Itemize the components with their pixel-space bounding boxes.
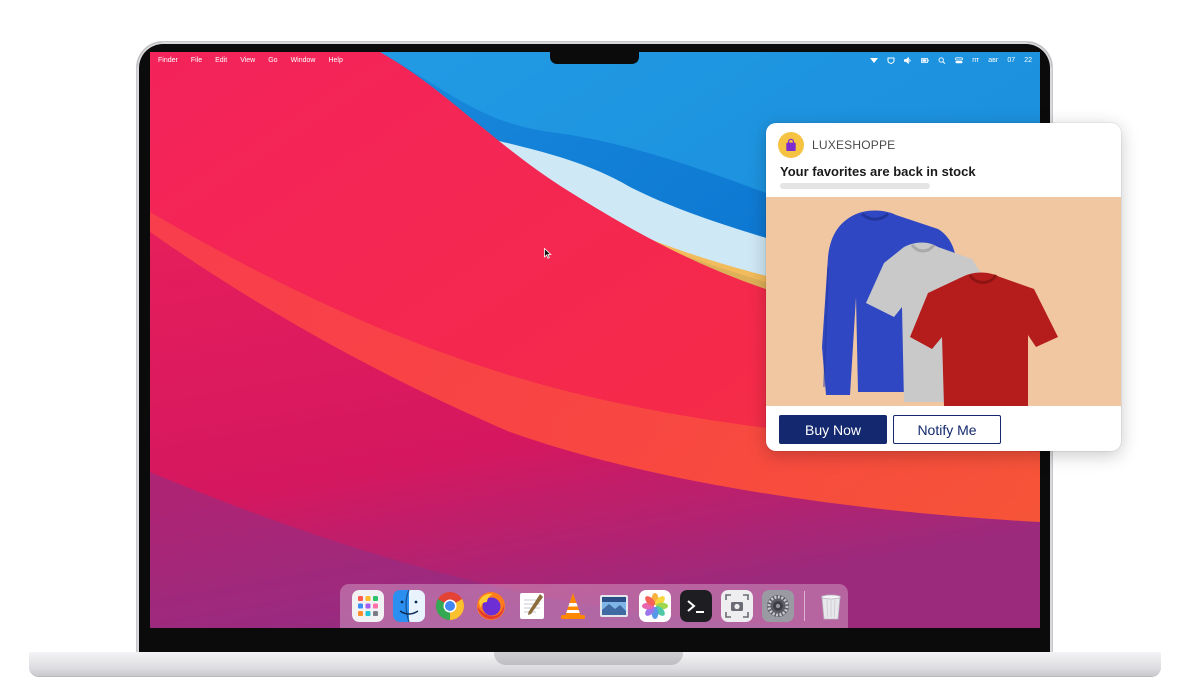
dock-separator [804,591,805,621]
wifi-icon[interactable] [870,57,879,64]
notify-me-button[interactable]: Notify Me [893,415,1001,444]
photo-preview-icon [600,595,628,617]
brand-logo [778,132,804,158]
clock-time[interactable]: 22 [1024,57,1032,64]
dock-app-launchpad[interactable] [352,590,384,622]
chrome-icon [436,592,464,620]
terminal-icon [680,590,712,622]
camera-icon [721,590,753,622]
tshirts-illustration [822,210,1058,406]
notification-header: LUXESHOPPE [778,132,895,158]
clock-month[interactable]: авг [988,57,998,64]
dock-app-trash[interactable] [815,590,847,622]
dock [340,584,848,628]
dock-app-finder[interactable] [393,590,425,622]
product-image[interactable] [766,197,1121,406]
volume-icon[interactable] [904,57,912,64]
dock-app-system-preferences[interactable] [762,590,794,622]
dock-app-textedit[interactable] [516,590,548,622]
finder-icon [393,590,425,622]
menu-help[interactable]: Help [328,57,342,64]
mouse-cursor-icon [544,248,552,259]
grid-icon [352,590,384,622]
shopping-bag-icon [786,138,796,151]
menu-bar-right: пт авг 07 22 [870,57,1032,64]
dock-app-terminal[interactable] [680,590,712,622]
dock-app-screenshot[interactable] [721,590,753,622]
camera-notch [550,52,639,64]
notification-body-placeholder [780,183,930,189]
gear-icon [762,590,794,622]
dock-app-photos[interactable] [639,590,671,622]
firefox-icon [477,592,505,620]
battery-icon[interactable] [921,57,930,64]
menu-file[interactable]: File [191,57,202,64]
clock-day[interactable]: пт [972,57,979,64]
brand-name: LUXESHOPPE [812,138,896,152]
dock-app-vlc[interactable] [557,590,589,622]
push-notification[interactable]: LUXESHOPPE Your favorites are back in st… [766,123,1121,451]
shield-icon[interactable] [887,57,895,64]
menu-bar-left: Finder File Edit View Go Window Help [158,57,343,64]
dock-app-chrome[interactable] [434,590,466,622]
laptop-base-notch [494,652,683,665]
menu-window[interactable]: Window [291,57,316,64]
buy-now-button[interactable]: Buy Now [779,415,887,444]
menu-finder[interactable]: Finder [158,57,178,64]
clock-date[interactable]: 07 [1007,57,1015,64]
notification-actions: Buy Now Notify Me [779,415,1001,444]
trash-icon [821,594,841,620]
menu-view[interactable]: View [240,57,255,64]
notification-title: Your favorites are back in stock [780,164,976,179]
menu-edit[interactable]: Edit [215,57,227,64]
menu-go[interactable]: Go [268,57,277,64]
dock-app-firefox[interactable] [475,590,507,622]
control-center-icon[interactable] [955,57,964,64]
dock-app-preview[interactable] [598,590,630,622]
traffic-cone-icon [561,593,585,619]
photos-flower-icon [639,590,671,622]
notepad-icon [520,593,544,619]
search-icon[interactable] [938,57,946,64]
